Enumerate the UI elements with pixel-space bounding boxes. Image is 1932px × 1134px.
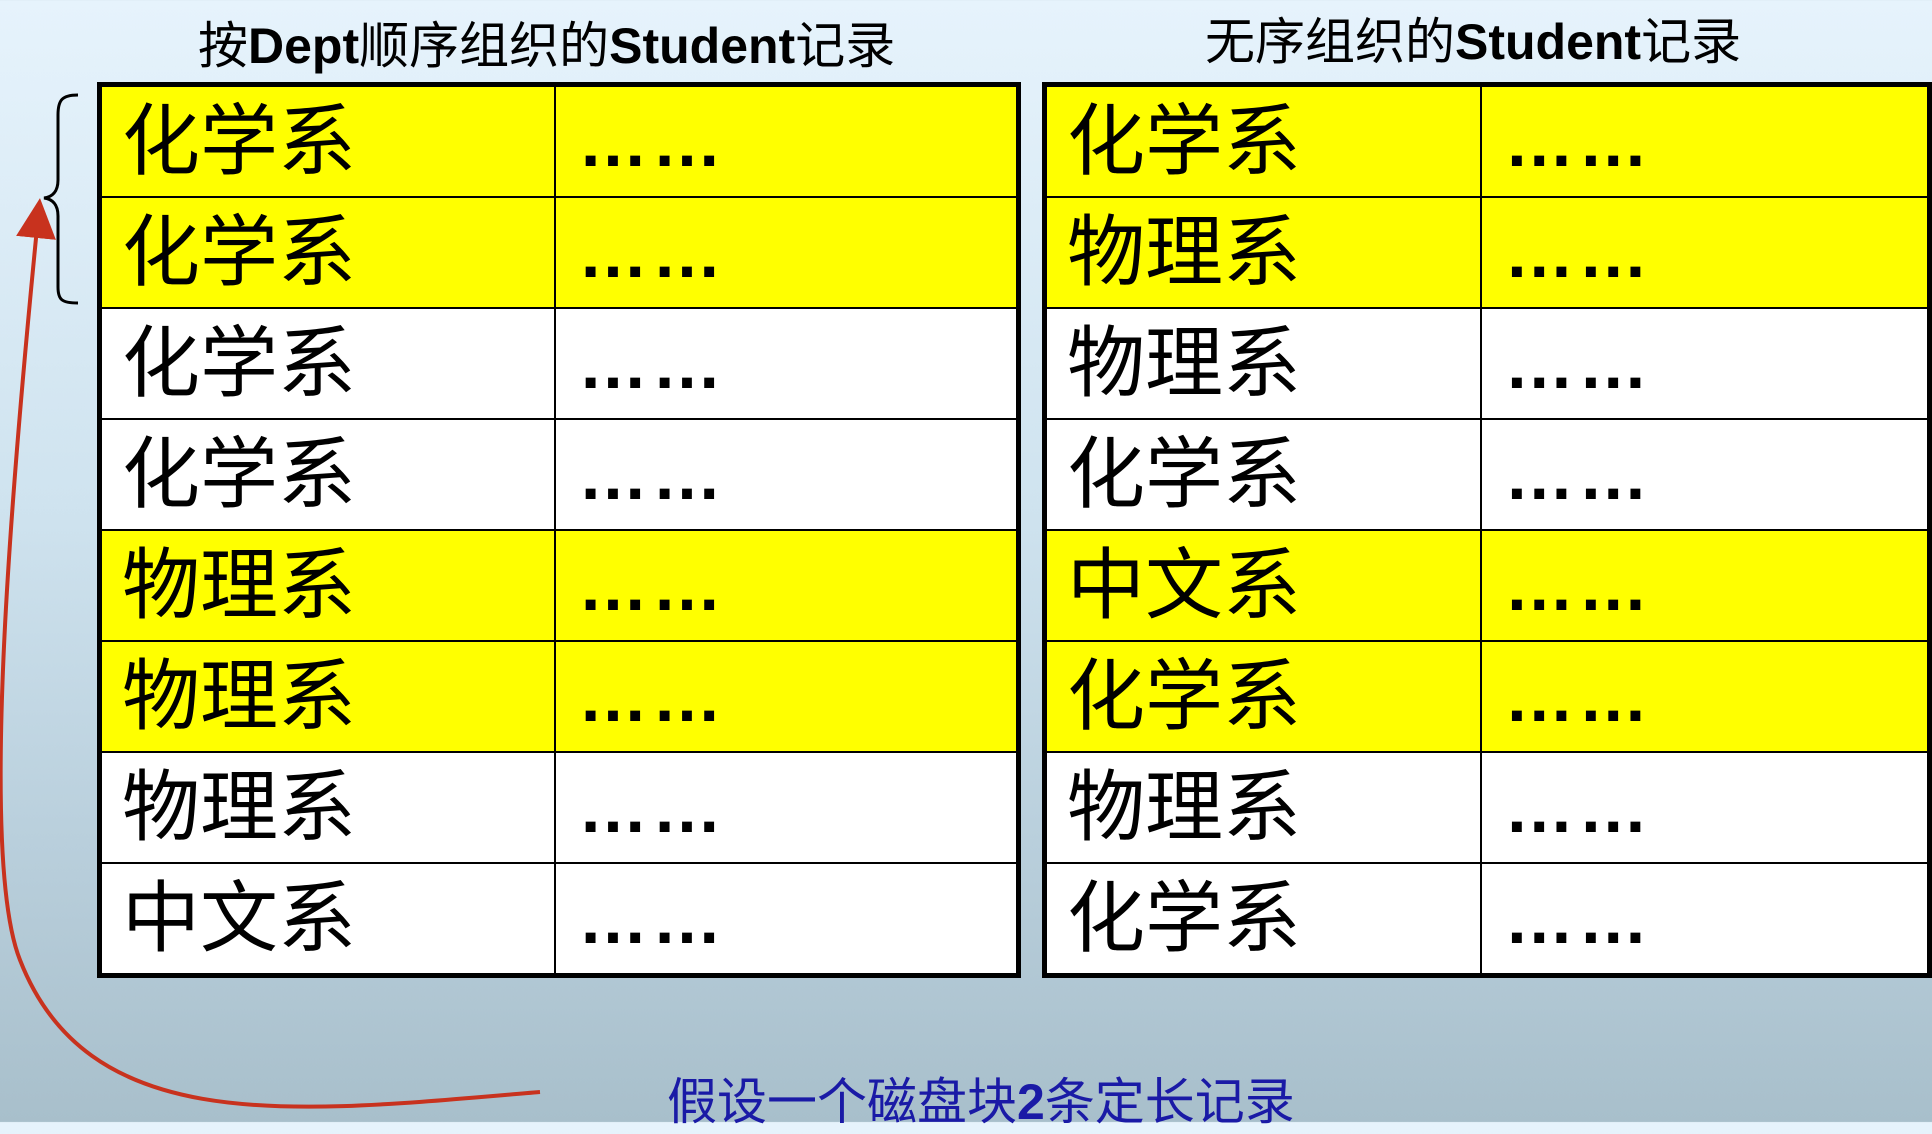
left-table-title: 按Dept顺序组织的Student记录 bbox=[198, 17, 896, 75]
record-row: 化学系…… bbox=[1043, 418, 1931, 531]
dept-cell: 化学系 bbox=[1043, 83, 1483, 198]
record-row: 中文系…… bbox=[98, 862, 1020, 977]
dept-cell: 化学系 bbox=[1043, 862, 1483, 977]
record-row: 中文系…… bbox=[1043, 529, 1931, 642]
block-size-caption: 假设一个磁盘块2条定长记录 bbox=[667, 1073, 1295, 1131]
right-table-title: 无序组织的Student记录 bbox=[1205, 13, 1742, 71]
dept-cell: 物理系 bbox=[1043, 196, 1483, 309]
record-data-cell: …… bbox=[1480, 751, 1931, 864]
record-data-cell: …… bbox=[554, 529, 1020, 642]
record-data-cell: …… bbox=[554, 418, 1020, 531]
block-brace bbox=[43, 93, 79, 305]
record-data-cell: …… bbox=[554, 751, 1020, 864]
dept-cell: 物理系 bbox=[98, 529, 556, 642]
dept-cell: 化学系 bbox=[98, 83, 556, 198]
record-row: 化学系…… bbox=[1043, 83, 1931, 198]
dept-cell: 化学系 bbox=[1043, 418, 1483, 531]
sorted-records-table: 化学系…… 化学系…… 化学系…… 化学系…… 物理系…… 物理系…… 物理系…… 中文系…… bbox=[97, 82, 1021, 978]
dept-cell: 物理系 bbox=[1043, 751, 1483, 864]
record-row: 物理系…… bbox=[1043, 307, 1931, 420]
record-data-cell: …… bbox=[554, 83, 1020, 198]
unsorted-records-table: 化学系…… 物理系…… 物理系…… 化学系…… 中文系…… 化学系…… 物理系…… 化学系…… bbox=[1042, 82, 1932, 978]
record-row: 物理系…… bbox=[98, 529, 1020, 642]
dept-cell: 物理系 bbox=[98, 751, 556, 864]
dept-cell: 中文系 bbox=[98, 862, 556, 977]
dept-cell: 化学系 bbox=[98, 307, 556, 420]
record-data-cell: …… bbox=[554, 307, 1020, 420]
record-data-cell: …… bbox=[1480, 196, 1931, 309]
record-row: 化学系…… bbox=[98, 83, 1020, 198]
record-row: 化学系…… bbox=[98, 196, 1020, 309]
dept-cell: 化学系 bbox=[98, 418, 556, 531]
record-row: 物理系…… bbox=[98, 640, 1020, 753]
record-row: 化学系…… bbox=[98, 307, 1020, 420]
record-row: 物理系…… bbox=[1043, 196, 1931, 309]
record-row: 物理系…… bbox=[1043, 751, 1931, 864]
record-data-cell: …… bbox=[1480, 307, 1931, 420]
record-row: 化学系…… bbox=[1043, 862, 1931, 977]
dept-cell: 物理系 bbox=[1043, 307, 1483, 420]
record-data-cell: …… bbox=[1480, 640, 1931, 753]
record-data-cell: …… bbox=[1480, 862, 1931, 977]
dept-cell: 物理系 bbox=[98, 640, 556, 753]
record-row: 化学系…… bbox=[1043, 640, 1931, 753]
record-data-cell: …… bbox=[1480, 529, 1931, 642]
record-data-cell: …… bbox=[1480, 83, 1931, 198]
record-data-cell: …… bbox=[554, 196, 1020, 309]
dept-cell: 中文系 bbox=[1043, 529, 1483, 642]
record-row: 化学系…… bbox=[98, 418, 1020, 531]
dept-cell: 化学系 bbox=[1043, 640, 1483, 753]
dept-cell: 化学系 bbox=[98, 196, 556, 309]
record-row: 物理系…… bbox=[98, 751, 1020, 864]
record-data-cell: …… bbox=[554, 640, 1020, 753]
record-data-cell: …… bbox=[554, 862, 1020, 977]
record-data-cell: …… bbox=[1480, 418, 1931, 531]
